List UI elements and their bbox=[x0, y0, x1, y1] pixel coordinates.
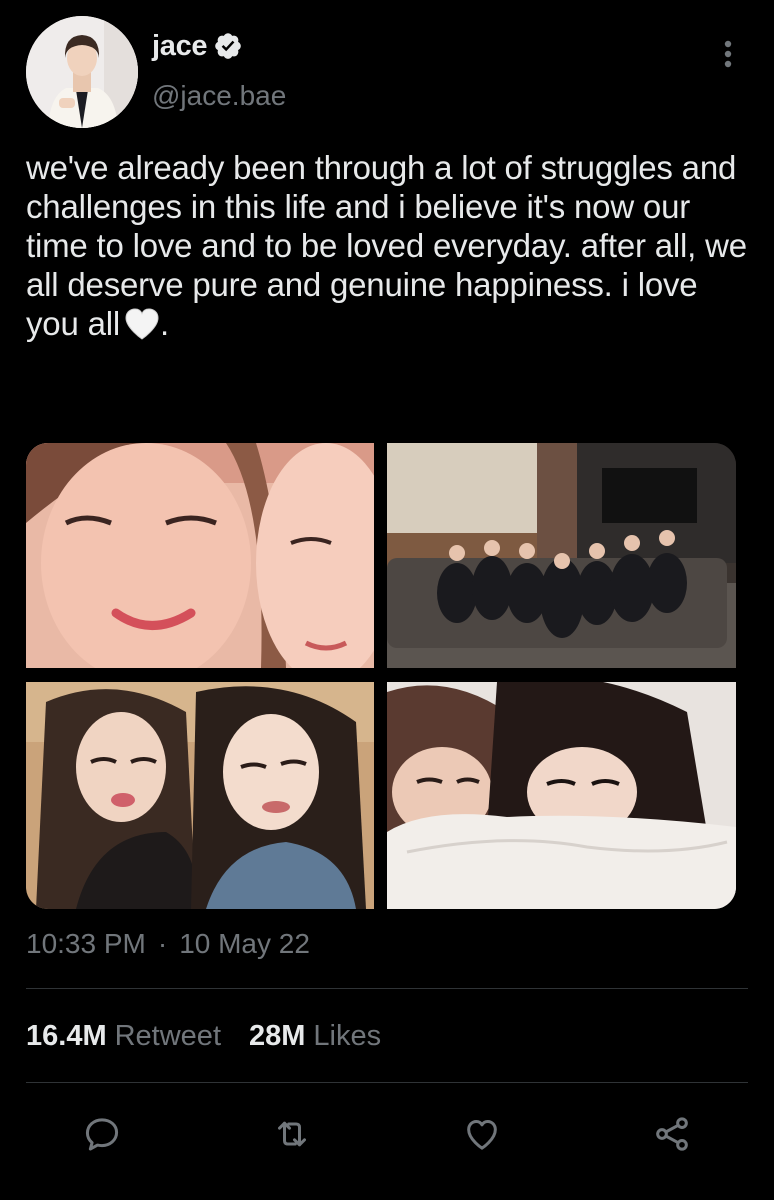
media-grid bbox=[26, 443, 736, 909]
group-photo-on-sofa-image bbox=[387, 443, 736, 668]
share-icon bbox=[656, 1117, 688, 1151]
reply-button[interactable] bbox=[80, 1112, 124, 1156]
tweet-text: we've already been through a lot of stru… bbox=[26, 148, 756, 343]
likes-count[interactable]: 28M bbox=[249, 1020, 305, 1053]
photo-2[interactable] bbox=[387, 443, 736, 668]
name-row: jace bbox=[152, 24, 243, 68]
profile-photo bbox=[26, 16, 138, 128]
tweet-date: 10 May 22 bbox=[179, 928, 310, 959]
tweet-time: 10:33 PM bbox=[26, 928, 146, 959]
photo-4[interactable] bbox=[387, 682, 736, 909]
likes-label[interactable]: Likes bbox=[313, 1020, 381, 1053]
timestamp[interactable]: 10:33 PM · 10 May 22 bbox=[26, 928, 310, 960]
reply-icon bbox=[85, 1118, 119, 1151]
selfie-two-faces-image bbox=[26, 443, 374, 668]
retweet-count[interactable]: 16.4M bbox=[26, 1020, 107, 1053]
more-options-icon[interactable] bbox=[716, 36, 740, 76]
timestamp-separator: · bbox=[157, 928, 168, 959]
divider bbox=[26, 988, 748, 989]
display-name[interactable]: jace bbox=[152, 30, 208, 63]
photo-1[interactable] bbox=[26, 443, 374, 668]
tweet: jace @jace.bae we've already been throug… bbox=[0, 0, 774, 1200]
selfie-two-girls-image bbox=[26, 682, 374, 909]
retweet-icon bbox=[278, 1121, 306, 1147]
avatar[interactable] bbox=[26, 16, 138, 128]
photo-3[interactable] bbox=[26, 682, 374, 909]
retweet-button[interactable] bbox=[270, 1112, 314, 1156]
share-button[interactable] bbox=[650, 1112, 694, 1156]
like-button[interactable] bbox=[460, 1112, 504, 1156]
divider bbox=[26, 1082, 748, 1083]
user-handle[interactable]: @jace.bae bbox=[152, 80, 286, 112]
tweet-suffix: . bbox=[160, 305, 169, 342]
like-icon bbox=[467, 1120, 497, 1150]
retweet-label[interactable]: Retweet bbox=[115, 1020, 221, 1053]
engagement-stats: 16.4M Retweet 28M Likes bbox=[26, 1020, 381, 1053]
two-faces-behind-pillow-image bbox=[387, 682, 736, 909]
verified-badge-icon bbox=[213, 31, 243, 61]
white-heart-icon bbox=[124, 307, 160, 341]
